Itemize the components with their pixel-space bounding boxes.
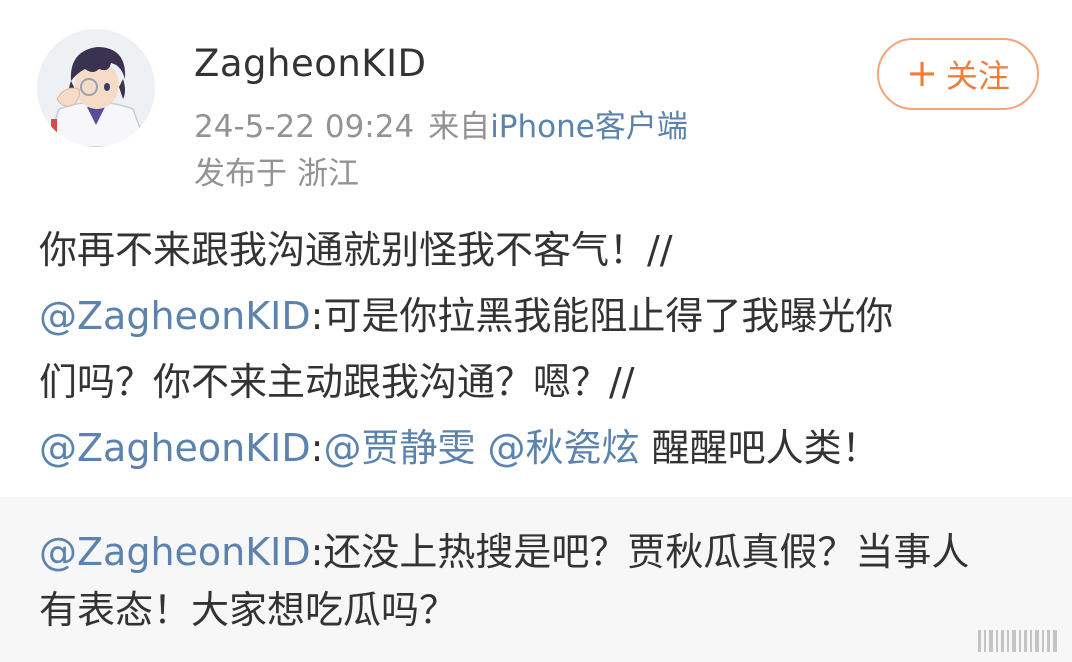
barcode-watermark-icon <box>978 630 1057 652</box>
retweet-content: @ZagheonKID:还没上热搜是吧？贾秋瓜真假？当事人 有表态！大家想吃瓜吗… <box>39 523 1049 639</box>
retweet-line: 有表态！大家想吃瓜吗？ <box>39 588 458 632</box>
post-meta: 24-5-22 09:24 来自iPhone客户端 <box>194 101 688 146</box>
weibo-post: ZagheonKID 24-5-22 09:24 来自iPhone客户端 发布于浙… <box>0 0 1072 497</box>
content-line: 们吗？你不来主动跟我沟通？嗯？// <box>39 360 635 404</box>
username[interactable]: ZagheonKID <box>194 42 426 85</box>
post-location: 发布于 浙江 <box>194 148 359 193</box>
source-link[interactable]: iPhone客户端 <box>490 109 688 145</box>
mention-link[interactable]: @ZagheonKID <box>39 530 311 574</box>
retweet-line: @ZagheonKID:还没上热搜是吧？贾秋瓜真假？当事人 <box>39 530 970 574</box>
timestamp: 24-5-22 09:24 <box>194 109 415 145</box>
mention-link[interactable]: @秋瓷炫 <box>488 426 640 470</box>
follow-label: 关注 <box>945 57 1010 95</box>
content-line: 你再不来跟我沟通就别怪我不客气！// <box>39 228 673 272</box>
post-content: 你再不来跟我沟通就别怪我不客气！// @ZagheonKID:可是你拉黑我能阻止… <box>39 217 1039 481</box>
plus-icon: + <box>906 50 938 95</box>
follow-button[interactable]: + 关注 <box>877 38 1039 110</box>
content-line: @ZagheonKID:@贾静雯 @秋瓷炫 醒醒吧人类！ <box>39 426 880 470</box>
mention-link[interactable]: @ZagheonKID <box>39 426 311 470</box>
source-prefix: 来自 <box>428 109 491 145</box>
location: 浙江 <box>297 156 359 192</box>
location-prefix: 发布于 <box>194 156 287 192</box>
mention-link[interactable]: @ZagheonKID <box>39 294 311 338</box>
avatar[interactable] <box>37 29 155 147</box>
content-line: @ZagheonKID:可是你拉黑我能阻止得了我曝光你 <box>39 294 894 338</box>
mention-link[interactable]: @贾静雯 <box>323 426 475 470</box>
anime-character-avatar <box>37 29 155 147</box>
